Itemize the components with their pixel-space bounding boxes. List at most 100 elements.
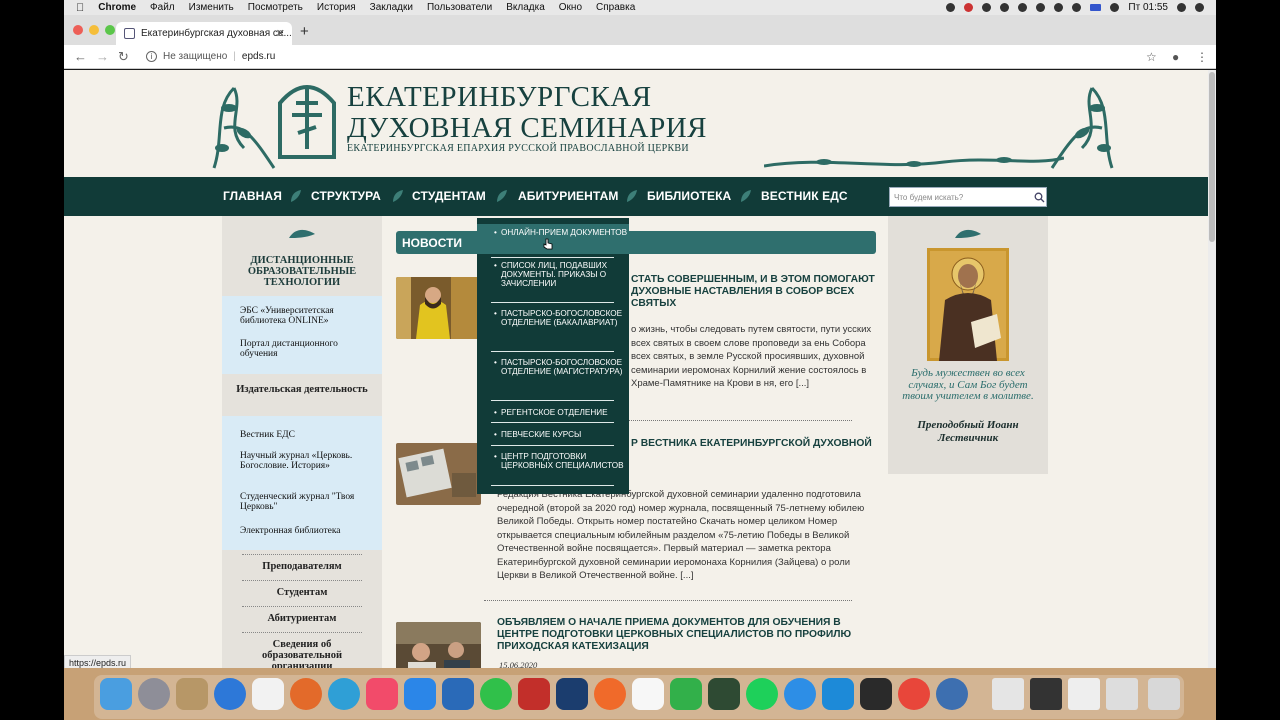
dropdown-item-regent[interactable]: • РЕГЕНТСКОЕ ОТДЕЛЕНИЕ [494,408,628,417]
reload-icon[interactable]: ↻ [118,49,129,65]
window-thumbnail-2[interactable] [1030,678,1062,710]
browser-tab[interactable]: Екатеринбургская духовная се... ✕ [116,22,292,45]
menu-edit[interactable]: Изменить [189,2,234,13]
back-icon[interactable]: ← [74,49,87,64]
portal-link[interactable]: Портал дистанционного обучения [240,339,368,359]
window-thumbnail-3[interactable] [1068,678,1100,710]
chrome-icon[interactable] [898,678,930,710]
menu-window[interactable]: Окно [559,2,582,13]
notes-app-icon[interactable] [176,678,208,710]
forward-icon[interactable]: → [96,49,109,64]
vestnik-link[interactable]: Вестник ЕДС [240,430,368,440]
student-journal-link[interactable]: Студенческий журнал "Твоя Церковь" [240,492,368,512]
firefox-icon[interactable] [290,678,322,710]
utility-icon[interactable] [708,678,740,710]
zoom-window-button[interactable] [105,25,115,35]
tool-icon[interactable] [1000,3,1010,12]
flag-icon[interactable] [1090,4,1102,11]
nav-home[interactable]: ГЛАВНАЯ [223,189,282,203]
apple-icon[interactable]:  [76,2,84,14]
menu-view[interactable]: Посмотреть [248,2,303,13]
news-thumbnail-3[interactable] [396,622,481,668]
dropdown-item-lists[interactable]: • СПИСОК ЛИЦ, ПОДАВШИХ ДОКУМЕНТЫ. ПРИКАЗЫ… [494,261,628,289]
settings-icon[interactable] [1018,3,1028,12]
news-thumbnail-2[interactable] [396,443,481,505]
news-title-2[interactable]: Р ВЕСТНИКА ЕКАТЕРИНБУРГСКОЙ ДУХОВНОЙ [631,438,881,450]
app-icon[interactable] [214,678,246,710]
menu-users[interactable]: Пользователи [427,2,492,13]
sidebar-info-link[interactable]: Сведения об образовательной организации [222,639,382,668]
nav-students[interactable]: СТУДЕНТАМ [412,189,486,203]
window-thumbnail-1[interactable] [992,678,1024,710]
list-icon[interactable] [1195,3,1204,12]
menu-help[interactable]: Справка [596,2,635,13]
search-icon[interactable] [1034,192,1045,203]
menu-file[interactable]: Файл [150,2,175,13]
app-store-icon[interactable] [404,678,436,710]
sidebar-teachers-link[interactable]: Преподавателям [222,561,382,572]
quicktime-icon[interactable] [936,678,968,710]
page-scrollbar[interactable] [1208,70,1216,668]
calendar-icon[interactable] [252,678,284,710]
nav-applicants[interactable]: АБИТУРИЕНТАМ [518,189,618,203]
volume-icon[interactable] [1072,3,1082,12]
close-window-button[interactable] [73,25,83,35]
app-menu[interactable]: Chrome [98,2,136,13]
dropdown-item-center[interactable]: • ЦЕНТР ПОДГОТОВКИ ЦЕРКОВНЫХ СПЕЦИАЛИСТОВ [494,452,628,470]
launchpad-icon[interactable] [138,678,170,710]
info-icon[interactable]: i [146,51,157,62]
nav-library[interactable]: БИБЛИОТЕКА [647,189,731,203]
ia-writer-icon[interactable] [632,678,664,710]
dropdown-item-online[interactable]: • ОНЛАЙН-ПРИЕМ ДОКУМЕНТОВ [494,228,628,237]
news-thumbnail-1[interactable] [396,277,481,339]
menu-history[interactable]: История [317,2,356,13]
battery-icon[interactable] [1110,3,1120,12]
saint-icon-image[interactable] [927,248,1009,361]
pen-icon[interactable] [982,3,992,12]
news-title-3[interactable]: ОБЪЯВЛЯЕМ О НАЧАЛЕ ПРИЕМА ДОКУМЕНТОВ ДЛЯ… [497,617,877,653]
ebs-link[interactable]: ЭБС «Университетская библиотека ONLINE» [240,306,368,326]
sidebar-applicants-link[interactable]: Абитуриентам [222,613,382,624]
window-thumbnail-4[interactable] [1106,678,1138,710]
trash-icon[interactable] [1148,678,1180,710]
journal-link[interactable]: Научный журнал «Церковь. Богословие. Ист… [240,451,368,471]
nav-vestnik[interactable]: ВЕСТНИК ЕДС [761,189,848,203]
trello-icon[interactable] [442,678,474,710]
remote-desktop-icon[interactable] [518,678,550,710]
record-icon[interactable] [946,3,956,12]
scrollbar-thumb[interactable] [1209,72,1215,242]
whatsapp-icon[interactable] [480,678,512,710]
ubuntu-icon[interactable] [594,678,626,710]
bookmark-star-icon[interactable]: ☆ [1146,50,1157,64]
cloud-icon[interactable] [1036,3,1046,12]
terminal-icon[interactable] [860,678,892,710]
dropdown-item-master[interactable]: • ПАСТЫРСКО-БОГОСЛОВСКОЕ ОТДЕЛЕНИЕ (МАГИС… [494,358,628,376]
menu-bookmarks[interactable]: Закладки [370,2,413,13]
close-tab-icon[interactable]: ✕ [276,27,285,40]
dropdown-item-courses[interactable]: • ПЕВЧЕСКИЕ КУРСЫ [494,430,628,439]
wifi-icon[interactable] [1054,3,1064,12]
app-status-icon[interactable] [964,3,974,12]
telegram-icon[interactable] [328,678,360,710]
search-input[interactable]: Что будем искать? [889,187,1047,207]
spotify-icon[interactable] [746,678,778,710]
minimize-window-button[interactable] [89,25,99,35]
safari-icon[interactable] [784,678,816,710]
publishing-heading[interactable]: Издательская деятельность [222,384,382,395]
new-tab-button[interactable]: + [300,23,309,40]
site-title[interactable]: ЕКАТЕРИНБУРГСКАЯ ДУХОВНАЯ СЕМИНАРИЯ [347,82,707,144]
profile-icon[interactable]: ● [1172,50,1179,64]
news-title-1[interactable]: СТАТЬ СОВЕРШЕННЫМ, И В ЭТОМ ПОМОГАЮТ ДУХ… [631,274,881,310]
music-icon[interactable] [366,678,398,710]
menu-dots-icon[interactable]: ⋮ [1196,50,1208,64]
dropdown-item-bachelor[interactable]: • ПАСТЫРСКО-БОГОСЛОВСКОЕ ОТДЕЛЕНИЕ (БАКАЛ… [494,309,628,327]
elibrary-link[interactable]: Электронная библиотека [240,526,368,536]
omnibox[interactable]: i Не защищено | epds.ru [146,51,275,62]
sidebar-students-link[interactable]: Студентам [222,587,382,598]
menu-tab[interactable]: Вкладка [506,2,545,13]
nav-structure[interactable]: СТРУКТУРА [311,189,381,203]
search-icon[interactable] [1177,3,1186,12]
clock[interactable]: Пт 01:55 [1128,2,1168,13]
mindmap-icon[interactable] [670,678,702,710]
password-manager-icon[interactable] [556,678,588,710]
